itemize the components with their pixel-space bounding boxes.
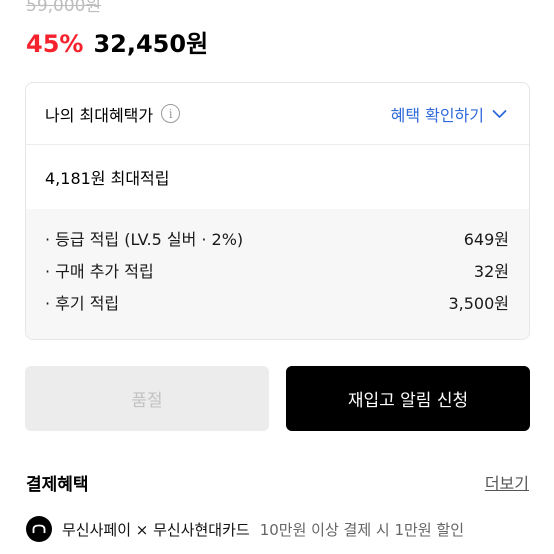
benefit-title-group: 나의 최대혜택가 i [45,102,181,126]
detail-row-grade: · 등급 적립 (LV.5 실버 · 2%) 649원 [45,222,509,254]
product-price-page: 59,000원 45% 32,450원 나의 최대혜택가 i 혜택 확인하기 4… [0,0,554,554]
card-arch-icon [32,524,46,533]
detail-row-review: · 후기 적립 3,500원 [45,286,509,318]
more-link[interactable]: 더보기 [485,470,529,494]
detail-value: 32원 [473,262,509,281]
max-benefit-box: 나의 최대혜택가 i 혜택 확인하기 4,181원 최대적립 · 등급 적립 (… [25,82,530,340]
max-points: 4,181원 최대적립 [45,169,170,188]
card-desc: 10만원 이상 결제 시 1만원 할인 [259,520,464,539]
discount-rate: 45% [26,30,84,58]
soldout-button: 품절 [25,366,269,431]
detail-label: · 후기 적립 [45,294,120,313]
detail-label: · 등급 적립 (LV.5 실버 · 2%) [45,230,244,249]
detail-label: · 구매 추가 적립 [45,262,154,281]
benefit-details: · 등급 적립 (LV.5 실버 · 2%) 649원 · 구매 추가 적립 3… [26,209,529,339]
payment-benefit-title: 결제혜택 [26,475,89,495]
detail-value: 649원 [463,230,509,249]
detail-value: 3,500원 [448,294,509,313]
restock-alert-button[interactable]: 재입고 알림 신청 [286,366,530,431]
card-name: 무신사페이 × 무신사현대카드 [62,520,250,539]
payment-benefit-item[interactable]: 무신사페이 × 무신사현대카드 10만원 이상 결제 시 1만원 할인 [26,516,464,542]
sale-price: 32,450원 [93,30,209,58]
benefit-title: 나의 최대혜택가 [45,105,154,125]
original-price: 59,000원 [26,0,102,16]
info-icon[interactable]: i [161,104,181,123]
check-benefit-label: 혜택 확인하기 [390,105,484,125]
benefit-header: 나의 최대혜택가 i 혜택 확인하기 [26,83,529,145]
card-brand-icon [26,516,52,542]
detail-row-purchase: · 구매 추가 적립 32원 [45,254,509,286]
check-benefit-button[interactable]: 혜택 확인하기 [391,102,507,126]
chevron-down-icon [492,109,507,118]
price-row: 45% 32,450원 [26,24,208,59]
